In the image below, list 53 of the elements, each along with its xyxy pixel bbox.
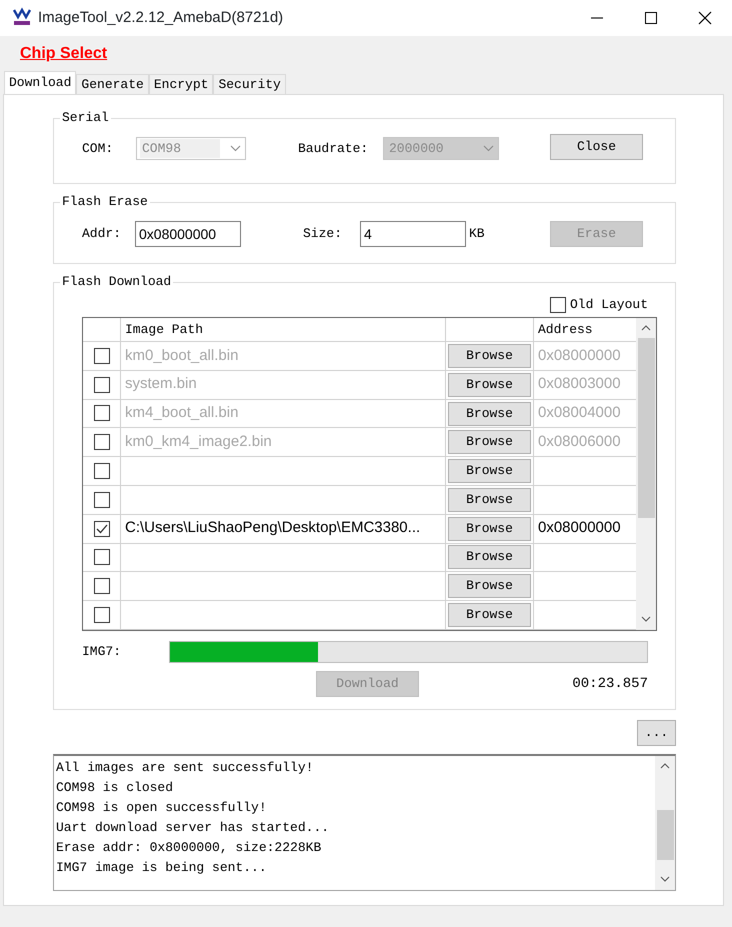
size-label: Size: [303, 225, 344, 244]
tab[interactable]: Encrypt [148, 74, 214, 94]
row-checkbox[interactable] [94, 463, 110, 480]
image-path: km4_boot_all.bin [125, 403, 238, 424]
scrollbar[interactable] [655, 756, 675, 890]
browse-button[interactable]: Browse [448, 516, 531, 541]
row-checkbox[interactable] [94, 607, 110, 624]
tab[interactable]: Generate [76, 74, 149, 94]
baudrate-label: Baudrate: [298, 140, 370, 158]
browse-button[interactable]: Browse [448, 603, 531, 628]
browse-button[interactable]: Browse [448, 574, 531, 598]
tab[interactable]: Download [4, 71, 76, 94]
column-header: Image Path [121, 318, 446, 341]
address: 0x08004000 [538, 403, 621, 424]
scrollbar[interactable] [636, 318, 656, 630]
row-checkbox[interactable] [94, 578, 110, 594]
row-checkbox[interactable] [94, 492, 110, 508]
address: 0x08000000 [538, 346, 621, 366]
log-line: Uart download server has started... [56, 819, 330, 837]
browse-button[interactable]: Browse [448, 488, 531, 512]
address: 0x08000000 [538, 518, 621, 538]
image-path: km0_boot_all.bin [125, 346, 238, 366]
addr-label: Addr: [82, 225, 122, 244]
row-checkbox[interactable] [94, 520, 110, 537]
progress-label: IMG7: [82, 643, 122, 662]
log-line: Erase addr: 0x8000000, size:2228KB [56, 839, 322, 857]
size-unit: KB [469, 225, 485, 244]
image-path: km0_km4_image2.bin [125, 432, 272, 452]
size-field[interactable]: 4 [360, 221, 466, 247]
image-path: C:\Users\LiuShaoPeng\Desktop\EMC3380... [125, 518, 420, 538]
more-button[interactable]: ... [637, 720, 676, 746]
old-layout-label: Old Layout [570, 296, 648, 314]
window-title: ImageTool_v2.2.12_AmebaD(8721d) [38, 8, 284, 28]
address: 0x08003000 [538, 374, 621, 394]
image-path: system.bin [125, 374, 197, 394]
elapsed-time: 00:23.857 [572, 674, 648, 694]
row-checkbox[interactable] [94, 549, 110, 566]
address: 0x08006000 [538, 432, 621, 452]
close-button[interactable]: Close [550, 134, 643, 160]
caret-icon [483, 145, 494, 152]
com-label: COM: [82, 140, 114, 158]
log-line: COM98 is open successfully! [56, 799, 268, 817]
tab[interactable]: Security [213, 74, 286, 94]
log-line: All images are sent successfully! [56, 759, 314, 777]
browse-button[interactable]: Browse [448, 545, 531, 570]
caret-icon [230, 145, 241, 152]
chip-select-menu[interactable]: Chip Select [20, 45, 108, 62]
log-line: IMG7 image is being sent... [56, 859, 268, 877]
log-line: COM98 is closed [56, 779, 174, 797]
column-header: Address [537, 320, 594, 339]
addr-field[interactable]: 0x08000000 [135, 221, 241, 247]
old-layout-checkbox[interactable] [550, 297, 566, 313]
browse-button[interactable]: Browse [448, 459, 531, 484]
